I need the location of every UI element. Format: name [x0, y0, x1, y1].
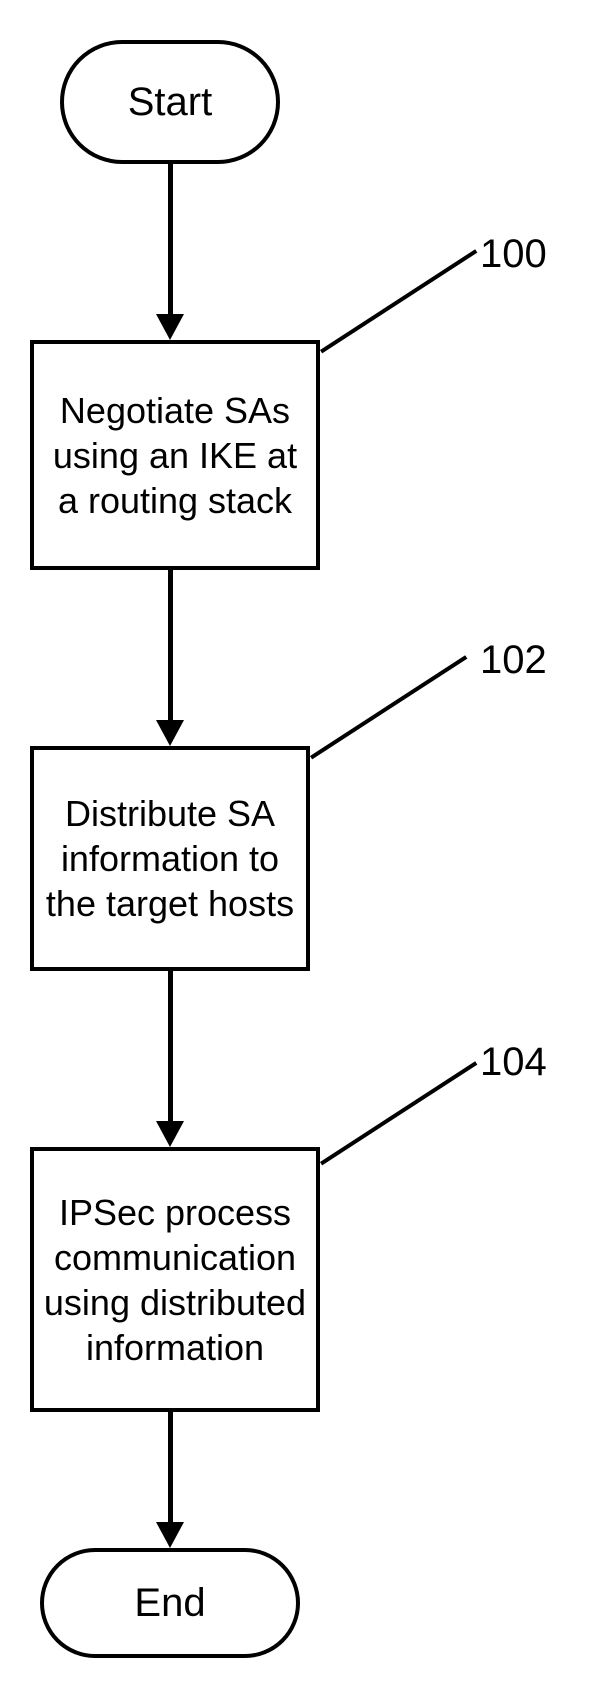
- ref-label-104: 104: [480, 1040, 547, 1085]
- process-step-104: IPSec process communication using distri…: [30, 1147, 320, 1412]
- leader-100: [320, 249, 477, 353]
- arrow-start-to-100: [168, 164, 173, 314]
- arrow-104-to-end: [168, 1412, 173, 1522]
- arrow-102-to-104: [168, 971, 173, 1121]
- process-step-100: Negotiate SAs using an IKE at a routing …: [30, 340, 320, 570]
- arrowhead-100-to-102: [156, 720, 184, 746]
- arrowhead-start-to-100: [156, 314, 184, 340]
- terminator-start: Start: [60, 40, 280, 164]
- ref-label-100: 100: [480, 232, 547, 277]
- leader-104: [320, 1061, 477, 1165]
- ref-label-102: 102: [480, 638, 547, 683]
- arrow-100-to-102: [168, 570, 173, 720]
- terminator-end: End: [40, 1548, 300, 1658]
- process-step-102: Distribute SA information to the target …: [30, 746, 310, 971]
- leader-102: [310, 655, 467, 759]
- arrowhead-104-to-end: [156, 1522, 184, 1548]
- arrowhead-102-to-104: [156, 1121, 184, 1147]
